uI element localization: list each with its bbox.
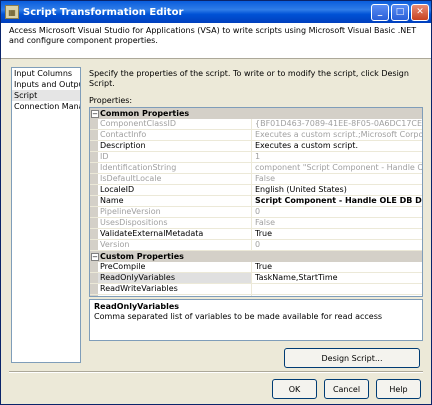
property-value[interactable]: TaskName,StartTime — [252, 273, 422, 283]
minus-icon[interactable]: − — [91, 252, 99, 261]
minimize-icon[interactable]: _ — [371, 3, 389, 21]
row-gutter — [90, 273, 98, 283]
close-icon[interactable]: ✕ — [411, 3, 429, 21]
category-custom-properties[interactable]: − Custom Properties — [90, 251, 422, 262]
property-value[interactable] — [252, 284, 422, 294]
app-icon: ▦ — [5, 5, 19, 19]
row-gutter — [90, 295, 98, 296]
help-text: Comma separated list of variables to be … — [94, 312, 383, 321]
row-gutter — [90, 262, 98, 272]
property-name[interactable]: PreCompile — [98, 262, 252, 272]
property-row[interactable]: ID 1 — [90, 152, 422, 163]
row-gutter — [90, 174, 98, 184]
property-name[interactable]: ComponentClassID — [98, 119, 252, 129]
divider — [9, 371, 423, 373]
row-gutter — [90, 119, 98, 129]
property-row[interactable]: PipelineVersion 0 — [90, 207, 422, 218]
row-gutter — [90, 240, 98, 250]
cancel-button[interactable]: Cancel — [324, 379, 369, 399]
nav-item-inputs-and-outputs[interactable]: Inputs and Outputs — [12, 79, 80, 90]
property-value[interactable]: True — [252, 262, 422, 272]
property-row[interactable]: ContactInfo Executes a custom script.;Mic… — [90, 130, 422, 141]
design-script-button[interactable]: Design Script... — [284, 348, 420, 368]
nav-item-connection-managers[interactable]: Connection Managers — [12, 101, 80, 112]
property-name[interactable]: ContactInfo — [98, 130, 252, 140]
property-value: {BF01D463-7089-41EE-8F05-0A6DC17CE633} — [255, 119, 422, 128]
property-row[interactable]: IsDefaultLocale False — [90, 174, 422, 185]
row-gutter — [90, 152, 98, 162]
row-gutter — [90, 218, 98, 228]
property-value: 1 — [255, 152, 261, 161]
property-name[interactable]: LocaleID — [98, 185, 252, 195]
category-common-properties[interactable]: − Common Properties — [90, 108, 422, 119]
property-row[interactable]: LocaleID English (United States) — [90, 185, 422, 196]
property-value: component "Script Component - Handle OLE… — [255, 163, 422, 172]
property-name[interactable]: ReadWriteVariables — [98, 284, 252, 294]
property-row[interactable]: Description Executes a custom script. — [90, 141, 422, 152]
property-name[interactable]: Name — [98, 196, 252, 206]
description-text: Access Microsoft Visual Studio for Appli… — [9, 26, 417, 45]
property-name[interactable]: UsesDispositions — [98, 218, 252, 228]
property-row[interactable]: ReadOnlyVariables TaskName,StartTime — [90, 273, 422, 284]
property-row[interactable]: IdentificationString component "Script Co… — [90, 163, 422, 174]
title-bar[interactable]: ▦ Script Transformation Editor _ □ ✕ — [1, 1, 431, 23]
ok-button[interactable]: OK — [272, 379, 317, 399]
row-gutter — [90, 141, 98, 151]
properties-label: Properties: — [89, 96, 133, 105]
property-row[interactable]: UserComponentTypeNameMicrosoft.SqlServer… — [90, 295, 422, 296]
help-title: ReadOnlyVariables — [94, 302, 180, 311]
row-gutter — [90, 207, 98, 217]
window-title: Script Transformation Editor — [23, 6, 184, 18]
property-name[interactable]: PipelineVersion — [98, 207, 252, 217]
row-gutter — [90, 163, 98, 173]
minus-icon[interactable]: − — [91, 109, 99, 118]
property-value: False — [255, 174, 276, 183]
row-gutter — [90, 185, 98, 195]
property-name[interactable]: IdentificationString — [98, 163, 252, 173]
property-name[interactable]: IsDefaultLocale — [98, 174, 252, 184]
property-name[interactable]: ValidateExternalMetadata — [98, 229, 252, 239]
property-value[interactable]: Executes a custom script. — [252, 141, 422, 151]
row-gutter — [90, 130, 98, 140]
property-row[interactable]: ReadWriteVariables — [90, 284, 422, 295]
property-value[interactable]: Script Component - Handle OLE DB Destina… — [252, 196, 422, 206]
property-row[interactable]: ValidateExternalMetadata True — [90, 229, 422, 240]
property-row[interactable]: Version 0 — [90, 240, 422, 251]
script-transformation-editor-window: ▦ Script Transformation Editor _ □ ✕ Acc… — [0, 0, 432, 405]
property-name[interactable]: UserComponentTypeName — [98, 295, 252, 296]
property-value[interactable]: Microsoft.SqlServer.Dts.Pipeline.ScriptC… — [252, 295, 422, 296]
row-gutter — [90, 284, 98, 294]
category-label: Custom Properties — [100, 252, 184, 261]
property-row[interactable]: UsesDispositions False — [90, 218, 422, 229]
category-label: Common Properties — [100, 109, 190, 118]
help-button[interactable]: Help — [376, 379, 421, 399]
maximize-icon[interactable]: □ — [391, 3, 409, 21]
property-value: Executes a custom script.;Microsoft Corp… — [255, 130, 422, 139]
property-value: 0 — [255, 240, 261, 249]
nav-item-script[interactable]: Script — [12, 90, 80, 101]
property-row[interactable]: PreCompile True — [90, 262, 422, 273]
property-value[interactable]: English (United States) — [252, 185, 422, 195]
property-help-pane: ReadOnlyVariables Comma separated list o… — [89, 299, 423, 341]
property-value[interactable]: True — [252, 229, 422, 239]
property-name[interactable]: Description — [98, 141, 252, 151]
nav-item-input-columns[interactable]: Input Columns — [12, 68, 80, 79]
property-value: False — [255, 218, 276, 227]
intro-text: Specify the properties of the script. To… — [89, 69, 409, 88]
description-banner: Access Microsoft Visual Studio for Appli… — [1, 23, 431, 59]
property-name[interactable]: ID — [98, 152, 252, 162]
page-navigation-list: Input Columns Inputs and Outputs Script … — [11, 67, 81, 363]
property-grid: − Common Properties ComponentClassID {BF0… — [89, 107, 423, 297]
row-gutter — [90, 196, 98, 206]
property-row[interactable]: NameScript Component - Handle OLE DB Des… — [90, 196, 422, 207]
property-value: 0 — [255, 207, 261, 216]
property-row[interactable]: ComponentClassID {BF01D463-7089-41EE-8F05… — [90, 119, 422, 130]
property-name[interactable]: ReadOnlyVariables — [98, 273, 252, 283]
property-name[interactable]: Version — [98, 240, 252, 250]
row-gutter — [90, 229, 98, 239]
